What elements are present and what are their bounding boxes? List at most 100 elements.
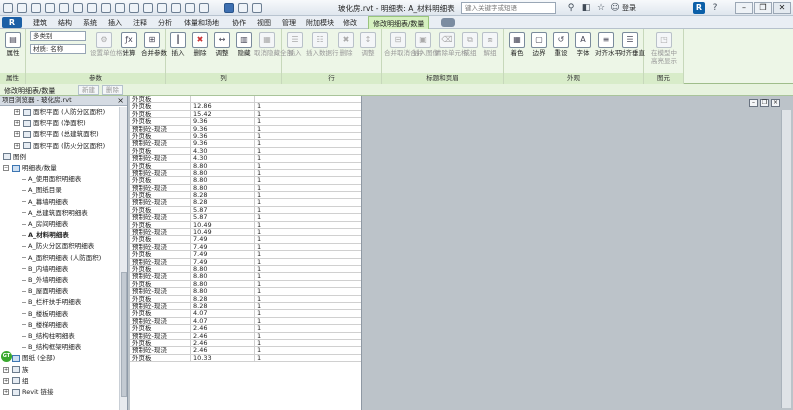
count-cell[interactable]: 1	[254, 273, 359, 281]
area-cell[interactable]: 2.46	[190, 347, 250, 355]
tab-modify[interactable]: 修改	[343, 18, 357, 28]
material-cell[interactable]: 外页板	[132, 111, 186, 118]
user-icon[interactable]: ☺	[610, 3, 620, 13]
expand-icon[interactable]: +	[3, 366, 9, 373]
section-icon[interactable]	[143, 3, 153, 13]
tab-modify-schedule[interactable]: 修改明细表/数量	[368, 16, 430, 29]
count-cell[interactable]: 1	[254, 288, 359, 296]
delete-button[interactable]: 删除	[102, 85, 123, 95]
calculate-button[interactable]: ƒx 计算	[119, 32, 139, 58]
communication-icon[interactable]: ◧	[581, 3, 591, 13]
ribbon-minimize-icon[interactable]	[441, 18, 455, 27]
material-cell[interactable]: 外页板	[132, 177, 186, 184]
count-cell[interactable]: 1	[254, 243, 359, 252]
count-cell[interactable]: 1	[254, 310, 359, 318]
table-row[interactable]: 外页板 8.80 1	[130, 162, 361, 170]
table-row[interactable]: 预制砼-现浇 8.80 1	[130, 184, 361, 193]
material-select[interactable]: 材质: 名称	[30, 44, 86, 54]
area-cell[interactable]: 2.46	[190, 325, 250, 333]
hide-column-button[interactable]: ▥ 隐藏	[234, 32, 254, 58]
binoculars-icon[interactable]: ⚲	[566, 3, 576, 13]
table-row[interactable]: 外页板 10.49 1	[130, 221, 361, 230]
tab-analyze[interactable]: 分析	[158, 18, 172, 28]
tree-node[interactable]: A_材料明细表	[22, 230, 69, 240]
count-cell[interactable]: 1	[254, 280, 359, 289]
tab-architecture[interactable]: 建筑	[33, 18, 47, 28]
count-cell[interactable]: 1	[254, 302, 359, 311]
material-cell[interactable]: 外页板	[132, 355, 186, 362]
reset-button[interactable]: ↺ 重设	[551, 32, 571, 58]
count-cell[interactable]: 1	[254, 155, 359, 163]
clear-cell-button[interactable]: ⌫ 清除单元格	[435, 32, 468, 58]
count-cell[interactable]: 1	[254, 295, 359, 303]
count-cell[interactable]: 1	[254, 214, 359, 222]
table-row[interactable]: 预制砼-现浇 8.28 1	[130, 302, 361, 311]
count-cell[interactable]: 1	[254, 206, 359, 215]
tree-node[interactable]: + 面积平面 (净面积)	[14, 118, 86, 128]
material-cell[interactable]: 预制砼-现浇	[132, 303, 186, 310]
tab-massing-site[interactable]: 体量和场地	[184, 18, 219, 28]
count-cell[interactable]: 1	[254, 125, 359, 133]
table-row[interactable]: 预制砼-现浇 2.46 1	[130, 347, 361, 355]
help-icon[interactable]: ?	[710, 3, 720, 13]
customize-qat-icon[interactable]	[252, 3, 262, 13]
material-cell[interactable]: 预制砼-现浇	[132, 229, 186, 236]
material-cell[interactable]: 预制砼-现浇	[132, 170, 186, 177]
tab-insert[interactable]: 插入	[108, 18, 122, 28]
tree-node[interactable]: + 面积平面 (总建筑面积)	[14, 129, 99, 139]
tab-annotate[interactable]: 注释	[133, 18, 147, 28]
area-cell[interactable]: 8.80	[190, 280, 250, 289]
schedule-table[interactable]: 外页板 外页板 12.86 1 外页板 15.42 1 外页板 9.36 1 预制砼-现浇 9.36 1…	[130, 96, 362, 410]
area-cell[interactable]: 8.80	[190, 162, 250, 170]
count-cell[interactable]: 1	[254, 162, 359, 170]
tree-node[interactable]: A_幕墙明细表	[22, 197, 68, 207]
area-cell[interactable]: 4.07	[190, 317, 250, 326]
table-row[interactable]: 外页板 8.28 1	[130, 295, 361, 303]
area-cell[interactable]: 2.46	[190, 332, 250, 340]
area-cell[interactable]: 5.87	[190, 206, 250, 215]
table-row[interactable]: 外页板 9.36 1	[130, 118, 361, 126]
area-cell[interactable]: 10.33	[190, 354, 250, 363]
count-cell[interactable]: 1	[254, 332, 359, 340]
material-cell[interactable]: 外页板	[132, 251, 186, 258]
area-cell[interactable]: 8.28	[190, 199, 250, 207]
login-link[interactable]: 登录	[622, 3, 636, 13]
count-cell[interactable]: 1	[254, 236, 359, 244]
expand-icon[interactable]: +	[14, 142, 20, 149]
table-row[interactable]: 外页板 5.87 1	[130, 206, 361, 215]
tab-addins[interactable]: 附加模块	[306, 18, 334, 28]
tree-node[interactable]: B_楼板明细表	[22, 309, 68, 319]
tree-node[interactable]: + Revit 链接	[3, 387, 54, 397]
area-cell[interactable]	[190, 96, 250, 104]
material-cell[interactable]: 预制砼-现浇	[132, 214, 186, 221]
material-cell[interactable]: 外页板	[132, 222, 186, 229]
tag-icon[interactable]	[185, 3, 195, 13]
tile-view-icon[interactable]	[238, 3, 248, 13]
table-row[interactable]: 外页板 4.07 1	[130, 310, 361, 318]
text-icon[interactable]	[115, 3, 125, 13]
undo-icon[interactable]	[45, 3, 55, 13]
table-row[interactable]: 外页板 2.46 1	[130, 325, 361, 333]
count-cell[interactable]: 1	[254, 132, 359, 141]
table-row[interactable]: 外页板 4.30 1	[130, 147, 361, 156]
table-row[interactable]: 预制砼-现浇 8.28 1	[130, 199, 361, 207]
category-select[interactable]: 多类别	[30, 31, 86, 41]
combine-parameters-button[interactable]: ⊞ 合并参数	[141, 32, 167, 58]
area-cell[interactable]: 7.49	[190, 251, 250, 259]
tree-node[interactable]: A_防火分区面积明细表	[22, 241, 94, 251]
tree-node[interactable]: + 面积平面 (防火分区面积)	[14, 141, 105, 151]
tree-node[interactable]: + 组	[3, 376, 29, 386]
tree-node[interactable]: B_外墙明细表	[22, 275, 68, 285]
material-cell[interactable]: 预制砼-现浇	[132, 199, 186, 206]
resize-row-button[interactable]: ↕ 调整	[358, 32, 378, 58]
sync-icon[interactable]	[31, 3, 41, 13]
count-cell[interactable]: 1	[254, 103, 359, 111]
3d-view-icon[interactable]	[129, 3, 139, 13]
material-cell[interactable]: 预制砼-现浇	[132, 318, 186, 325]
material-cell[interactable]: 预制砼-现浇	[132, 288, 186, 295]
area-cell[interactable]: 7.49	[190, 243, 250, 252]
table-row[interactable]: 预制砼-现浇 2.46 1	[130, 332, 361, 340]
material-cell[interactable]: 预制砼-现浇	[132, 140, 186, 147]
area-cell[interactable]: 8.80	[190, 288, 250, 296]
collapse-icon[interactable]: −	[3, 165, 9, 171]
